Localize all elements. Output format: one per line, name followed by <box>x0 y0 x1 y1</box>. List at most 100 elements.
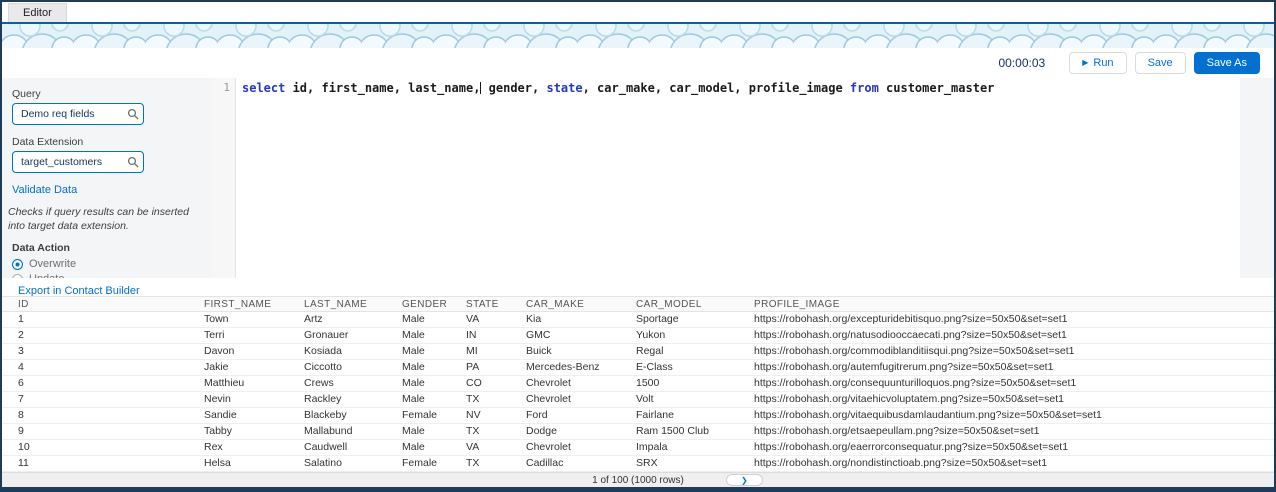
table-cell: https://robohash.org/natusodiooccaecati.… <box>750 328 1274 344</box>
table-cell: Gronauer <box>300 328 398 344</box>
results-header-row: IDFIRST_NAMELAST_NAMEGENDERSTATECAR_MAKE… <box>2 297 1274 312</box>
table-cell: Davon <box>200 344 300 360</box>
tab-strip: Editor <box>2 2 1274 24</box>
table-cell: Rex <box>200 440 300 456</box>
table-row[interactable]: 4JakieCiccottoMalePAMercedes-BenzE-Class… <box>2 360 1274 376</box>
editor-right-margin <box>1240 78 1274 278</box>
radio-option-overwrite[interactable]: Overwrite <box>12 258 204 270</box>
table-cell: 8 <box>2 408 200 424</box>
table-cell: Helsa <box>200 456 300 472</box>
data-extension-input[interactable] <box>12 151 144 173</box>
table-cell: https://robohash.org/autemfugitrerum.png… <box>750 360 1274 376</box>
sql-token: select <box>242 81 285 95</box>
table-cell: TX <box>462 456 522 472</box>
radio-selected-icon[interactable] <box>12 259 23 270</box>
table-row[interactable]: 8SandieBlackebyFemaleNVFordFairlanehttps… <box>2 408 1274 424</box>
sql-token: from <box>850 81 879 95</box>
table-cell: Regal <box>632 344 750 360</box>
table-cell: https://robohash.org/commodiblanditiisqu… <box>750 344 1274 360</box>
search-icon <box>127 156 139 171</box>
next-page-button[interactable]: ❯ <box>726 474 763 486</box>
table-cell: MI <box>462 344 522 360</box>
table-cell: Impala <box>632 440 750 456</box>
table-cell: CO <box>462 376 522 392</box>
search-icon <box>127 108 139 123</box>
table-cell: Male <box>398 312 462 328</box>
table-cell: Ram 1500 Club <box>632 424 750 440</box>
table-cell: 7 <box>2 392 200 408</box>
table-cell: Town <box>200 312 300 328</box>
column-header-car_make: CAR_MAKE <box>522 297 632 312</box>
query-input[interactable] <box>12 103 144 125</box>
play-icon: ▶ <box>1082 59 1088 67</box>
table-cell: Jakie <box>200 360 300 376</box>
table-row[interactable]: 1TownArtzMaleVAKiaSportagehttps://roboha… <box>2 312 1274 328</box>
table-cell: 9 <box>2 424 200 440</box>
table-row[interactable]: 11HelsaSalatinoFemaleTXCadillacSRXhttps:… <box>2 456 1274 472</box>
main-area: Query Data Extension <box>2 78 1274 278</box>
table-cell: Crews <box>300 376 398 392</box>
table-cell: https://robohash.org/consequunturilloquo… <box>750 376 1274 392</box>
table-cell: Caudwell <box>300 440 398 456</box>
table-cell: Male <box>398 328 462 344</box>
table-cell: https://robohash.org/nondistinctioab.png… <box>750 456 1274 472</box>
table-cell: Tabby <box>200 424 300 440</box>
table-cell: Sandie <box>200 408 300 424</box>
table-row[interactable]: 9TabbyMallabundMaleTXDodgeRam 1500 Clubh… <box>2 424 1274 440</box>
table-cell: Ford <box>522 408 632 424</box>
table-cell: E-Class <box>632 360 750 376</box>
table-cell: Male <box>398 360 462 376</box>
table-cell: Nevin <box>200 392 300 408</box>
table-cell: Rackley <box>300 392 398 408</box>
data-extension-search-box <box>12 151 144 173</box>
validate-data-link[interactable]: Validate Data <box>12 184 77 196</box>
save-as-button[interactable]: Save As <box>1194 52 1260 74</box>
run-button-label: Run <box>1093 57 1113 69</box>
table-cell: Female <box>398 456 462 472</box>
table-cell: PA <box>462 360 522 376</box>
table-cell: VA <box>462 440 522 456</box>
save-button[interactable]: Save <box>1135 52 1186 74</box>
table-cell: Volt <box>632 392 750 408</box>
table-cell: Kia <box>522 312 632 328</box>
pagination-bar: 1 of 100 (1000 rows) ❯ <box>2 472 1274 487</box>
table-row[interactable]: 7NevinRackleyMaleTXChevroletVolthttps://… <box>2 392 1274 408</box>
table-cell: 4 <box>2 360 200 376</box>
table-cell: Fairlane <box>632 408 750 424</box>
pagination-label: 1 of 100 (1000 rows) <box>592 475 684 486</box>
table-cell: Terri <box>200 328 300 344</box>
run-button[interactable]: ▶ Run <box>1069 52 1126 74</box>
sql-editor[interactable]: 1 select id, first_name, last_name, gend… <box>212 78 1240 278</box>
results-section: Export in Contact Builder IDFIRST_NAMELA… <box>2 278 1274 472</box>
sql-code-line[interactable]: select id, first_name, last_name, gender… <box>236 78 994 278</box>
table-cell: SRX <box>632 456 750 472</box>
table-cell: Artz <box>300 312 398 328</box>
column-header-profile_image: PROFILE_IMAGE <box>750 297 1274 312</box>
table-cell: 6 <box>2 376 200 392</box>
table-row[interactable]: 10RexCaudwellMaleVAChevroletImpalahttps:… <box>2 440 1274 456</box>
sql-token: , car_make, car_model, profile_image <box>583 81 850 95</box>
table-cell: Dodge <box>522 424 632 440</box>
table-cell: Male <box>398 424 462 440</box>
table-row[interactable]: 6MatthieuCrewsMaleCOChevrolet1500https:/… <box>2 376 1274 392</box>
table-cell: Male <box>398 440 462 456</box>
table-cell: Ciccotto <box>300 360 398 376</box>
table-cell: Male <box>398 344 462 360</box>
tab-editor[interactable]: Editor <box>8 3 67 22</box>
sql-token: gender, <box>481 81 546 95</box>
results-table: IDFIRST_NAMELAST_NAMEGENDERSTATECAR_MAKE… <box>2 296 1274 472</box>
table-cell: IN <box>462 328 522 344</box>
table-cell: Chevrolet <box>522 440 632 456</box>
line-number-gutter: 1 <box>212 78 236 278</box>
decorative-banner <box>2 24 1274 48</box>
table-cell: Kosiada <box>300 344 398 360</box>
table-row[interactable]: 2TerriGronauerMaleINGMCYukonhttps://robo… <box>2 328 1274 344</box>
table-cell: https://robohash.org/etsaepeullam.png?si… <box>750 424 1274 440</box>
table-cell: NV <box>462 408 522 424</box>
sql-token: customer_master <box>879 81 995 95</box>
table-row[interactable]: 3DavonKosiadaMaleMIBuickRegalhttps://rob… <box>2 344 1274 360</box>
table-cell: 2 <box>2 328 200 344</box>
sql-token: id, first_name, last_name, <box>285 81 480 95</box>
table-cell: Mercedes-Benz <box>522 360 632 376</box>
table-cell: https://robohash.org/vitaehicvoluptatem.… <box>750 392 1274 408</box>
